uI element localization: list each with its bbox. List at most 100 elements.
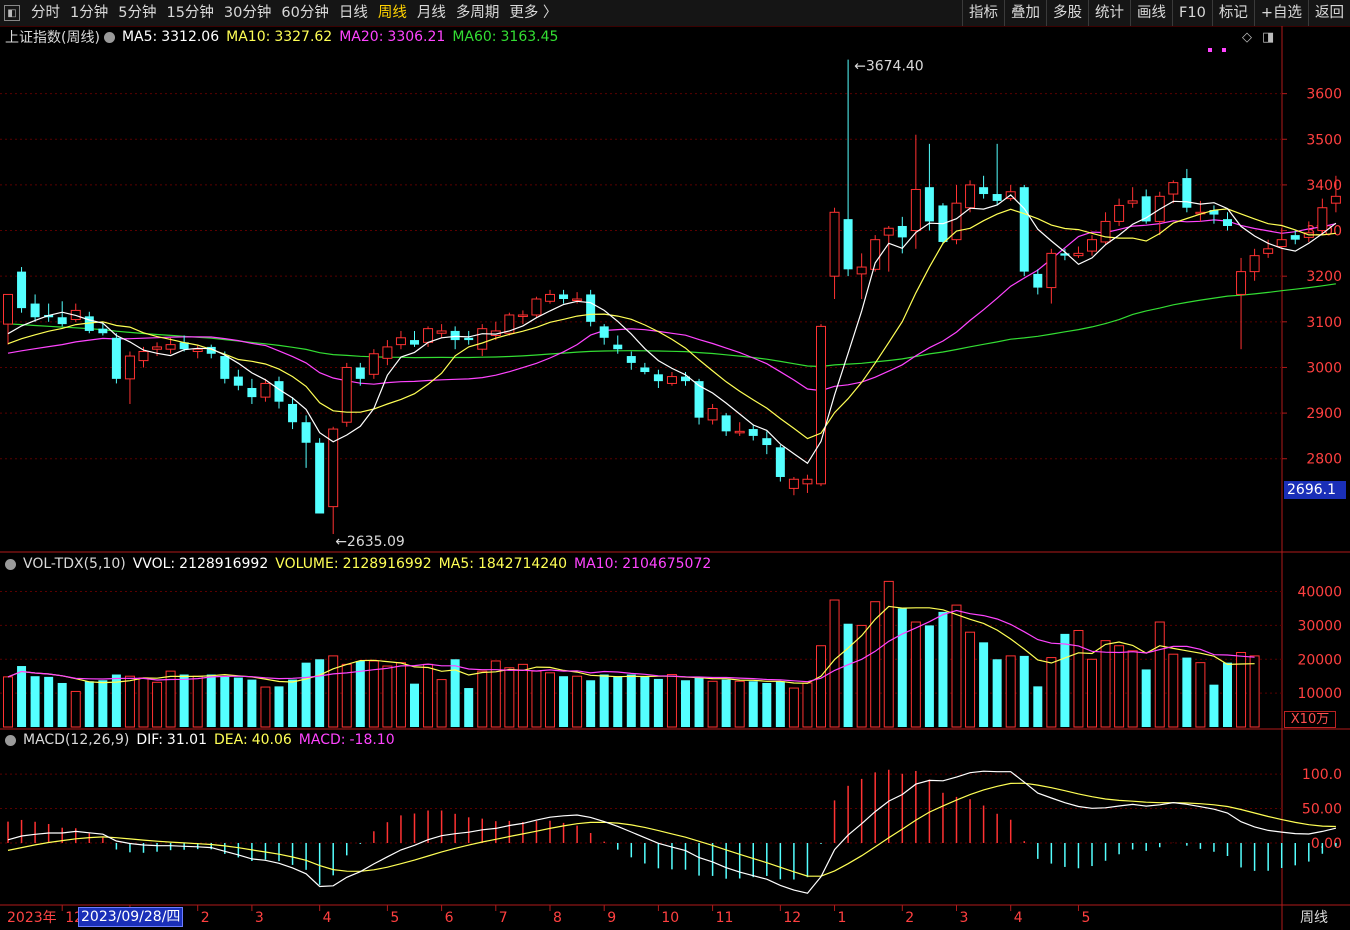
volume-bar: [341, 663, 352, 728]
candle-body: [368, 353, 379, 375]
year-label: 2023年: [7, 910, 57, 926]
candle-body: [98, 328, 108, 334]
candle-body: [1087, 239, 1097, 252]
volume-bar: [30, 676, 40, 727]
candle-body: [572, 298, 583, 301]
volume-bar: [138, 677, 149, 728]
candle-body: [843, 219, 853, 270]
candle-body: [883, 227, 894, 236]
volume-bar: [17, 666, 27, 727]
candle-body: [477, 328, 488, 350]
price-tick-label: 3400: [1306, 178, 1342, 194]
candle-body: [559, 294, 569, 299]
candle-body: [599, 326, 609, 338]
volume-bar: [98, 680, 108, 727]
volume-bar: [545, 672, 555, 728]
candle-body: [1223, 219, 1232, 226]
price-tick-label: 2800: [1306, 452, 1342, 468]
candle-body: [517, 314, 528, 317]
candle-body: [640, 367, 650, 373]
volume-bar: [802, 682, 813, 728]
volume-bar: [328, 655, 339, 728]
volume-bar: [1195, 662, 1206, 728]
volume-bar: [1209, 684, 1219, 727]
volume-bar: [233, 677, 243, 727]
candle-body: [124, 355, 135, 380]
candle-body: [613, 344, 623, 350]
chart-canvas[interactable]: 2800290030003100320033003400350036001000…: [0, 0, 1350, 930]
volume-bar: [586, 680, 596, 727]
candle-body: [924, 187, 934, 222]
volume-tick-label: 40000: [1297, 585, 1342, 601]
volume-bar: [1168, 653, 1179, 728]
candle-body: [1276, 239, 1287, 248]
volume-bar: [626, 674, 636, 727]
volume-bar: [1249, 655, 1260, 728]
volume-bar: [504, 667, 515, 728]
candle-body: [653, 374, 663, 382]
volume-bar: [274, 686, 284, 727]
candle-body: [464, 337, 474, 341]
volume-bar: [870, 601, 881, 728]
volume-bar: [1019, 655, 1029, 727]
candle-body: [301, 422, 311, 443]
x-tick-label: 4: [1014, 910, 1023, 926]
volume-bar: [951, 604, 962, 728]
candle-body: [1019, 187, 1029, 272]
candle-body: [1100, 220, 1111, 243]
volume-bar: [1100, 640, 1111, 728]
x-tick-label: 5: [390, 910, 399, 926]
period-label: 周线: [1300, 910, 1328, 926]
x-tick-label: 2: [905, 910, 914, 926]
candle-body: [1033, 273, 1043, 288]
volume-bar: [979, 642, 989, 727]
volume-bar: [423, 663, 434, 728]
macd-tick-label: 50.00: [1302, 802, 1342, 818]
candle-body: [315, 442, 325, 514]
volume-bar: [70, 690, 81, 728]
candle-body: [762, 438, 772, 446]
candle-body: [192, 348, 203, 352]
candle-body: [423, 328, 434, 343]
candle-body: [17, 271, 27, 309]
candle-body: [965, 184, 976, 209]
volume-bar: [599, 674, 609, 727]
candle-body: [816, 325, 826, 485]
candle-body: [3, 293, 13, 325]
candle-body: [138, 350, 149, 362]
volume-bar: [843, 623, 853, 727]
low-annotation: ←2635.09: [335, 534, 405, 550]
volume-bar: [883, 580, 894, 728]
x-tick-label: 9: [607, 910, 616, 926]
volume-bar: [477, 670, 488, 728]
candle-body: [545, 293, 555, 302]
x-tick-label: 5: [1081, 910, 1090, 926]
x-tick-label: 1: [838, 910, 847, 926]
volume-bar: [897, 608, 907, 727]
volume-bar: [288, 679, 298, 727]
candle-body: [382, 346, 393, 359]
volume-bar: [1060, 633, 1070, 727]
volume-bar: [1005, 655, 1016, 728]
volume-bar: [315, 659, 325, 727]
volume-bar: [301, 662, 311, 727]
price-tick-label: 3500: [1306, 132, 1342, 148]
volume-bar: [762, 682, 772, 727]
x-tick-label: 10: [661, 910, 679, 926]
candle-body: [694, 381, 704, 418]
candle-body: [1330, 195, 1341, 204]
x-tick-label: 2: [201, 910, 210, 926]
volume-bar: [1182, 657, 1192, 727]
price-tick-label: 2900: [1306, 406, 1342, 422]
volume-bar: [179, 674, 189, 727]
candle-body: [992, 194, 1002, 201]
volume-bar: [124, 675, 135, 728]
candle-body: [910, 188, 921, 232]
candle-body: [802, 478, 813, 485]
candle-body: [260, 382, 271, 398]
volume-bar: [152, 681, 163, 728]
volume-bar: [1046, 657, 1057, 728]
candle-body: [1317, 207, 1328, 232]
candle-body: [829, 211, 840, 277]
candle-body: [233, 376, 243, 386]
